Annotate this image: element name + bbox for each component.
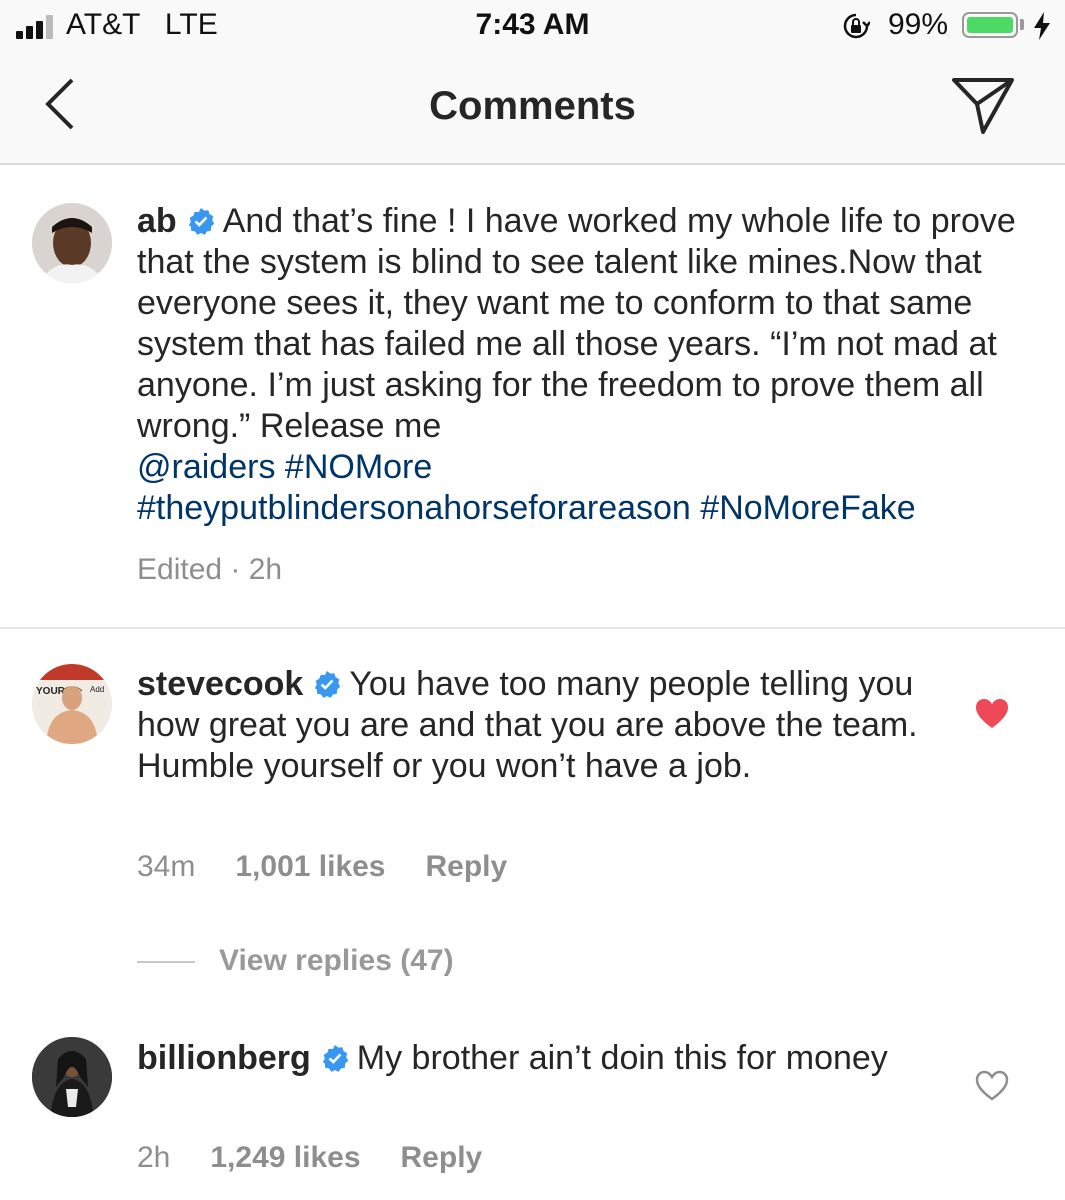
username[interactable]: stevecook bbox=[137, 665, 303, 703]
comment-body: stevecook You have too many people tellin… bbox=[137, 664, 927, 787]
comment-body: ab And that’s fine ! I have worked my who… bbox=[137, 201, 1042, 529]
mention-link[interactable]: @raiders bbox=[137, 448, 275, 486]
comment-time: 34m bbox=[137, 850, 196, 883]
comment-text: My brother ain’t doin this for money bbox=[356, 1039, 888, 1077]
hashtag-link[interactable]: #NoMoreFake bbox=[700, 489, 915, 527]
reply-button[interactable]: Reply bbox=[401, 1141, 483, 1174]
verified-badge-icon bbox=[315, 671, 341, 698]
username[interactable]: ab bbox=[137, 202, 177, 240]
likes-count[interactable]: 1,001 likes bbox=[235, 850, 385, 883]
heart-icon[interactable] bbox=[975, 698, 1009, 730]
orientation-lock-icon bbox=[843, 13, 870, 39]
avatar[interactable]: YOUR Add bbox=[32, 664, 112, 744]
username[interactable]: billionberg bbox=[137, 1039, 311, 1077]
page-title: Comments bbox=[429, 84, 636, 128]
comment-meta: 34m 1,001 likes Reply bbox=[137, 850, 547, 884]
caption-meta: Edited · 2h bbox=[137, 553, 283, 586]
heart-outline-icon[interactable] bbox=[975, 1070, 1009, 1102]
verified-badge-icon bbox=[322, 1045, 348, 1072]
comment-time: 2h bbox=[137, 1141, 171, 1174]
battery-percent: 99% bbox=[888, 8, 949, 41]
avatar[interactable] bbox=[32, 203, 112, 283]
comment-body: billionberg My brother ain’t doin this fo… bbox=[137, 1038, 927, 1079]
view-replies-label: View replies (47) bbox=[219, 944, 454, 977]
status-bar: AT&T LTE 7:43 AM 99% bbox=[0, 0, 1065, 54]
charging-bolt-icon bbox=[1034, 12, 1050, 40]
hashtag-link[interactable]: #NOMore bbox=[285, 448, 432, 486]
likes-count[interactable]: 1,249 likes bbox=[210, 1141, 360, 1174]
battery-icon bbox=[962, 12, 1018, 38]
divider bbox=[0, 627, 1065, 629]
verified-badge-icon bbox=[188, 208, 214, 235]
avatar[interactable] bbox=[32, 1037, 112, 1117]
svg-text:YOUR: YOUR bbox=[36, 686, 66, 697]
divider-line bbox=[137, 961, 195, 964]
caption-comment: ab And that’s fine ! I have worked my who… bbox=[0, 165, 1065, 627]
battery-tip bbox=[1020, 19, 1024, 30]
reply-button[interactable]: Reply bbox=[426, 850, 508, 883]
svg-text:Add: Add bbox=[90, 685, 104, 694]
comment-text: And that’s fine ! I have worked my whole… bbox=[137, 202, 1016, 445]
comment-item: billionberg My brother ain’t doin this fo… bbox=[0, 1005, 1065, 1200]
nav-bar: Comments bbox=[0, 54, 1065, 165]
comment-item: YOUR Add stevecook You have too many peop… bbox=[0, 630, 1065, 930]
direct-send-icon[interactable] bbox=[950, 76, 1016, 136]
comment-meta: 2h 1,249 likes Reply bbox=[137, 1141, 522, 1175]
hashtag-link[interactable]: #theyputblindersonahorseforareason bbox=[137, 489, 691, 527]
view-replies-button[interactable]: View replies (47) bbox=[137, 944, 454, 978]
